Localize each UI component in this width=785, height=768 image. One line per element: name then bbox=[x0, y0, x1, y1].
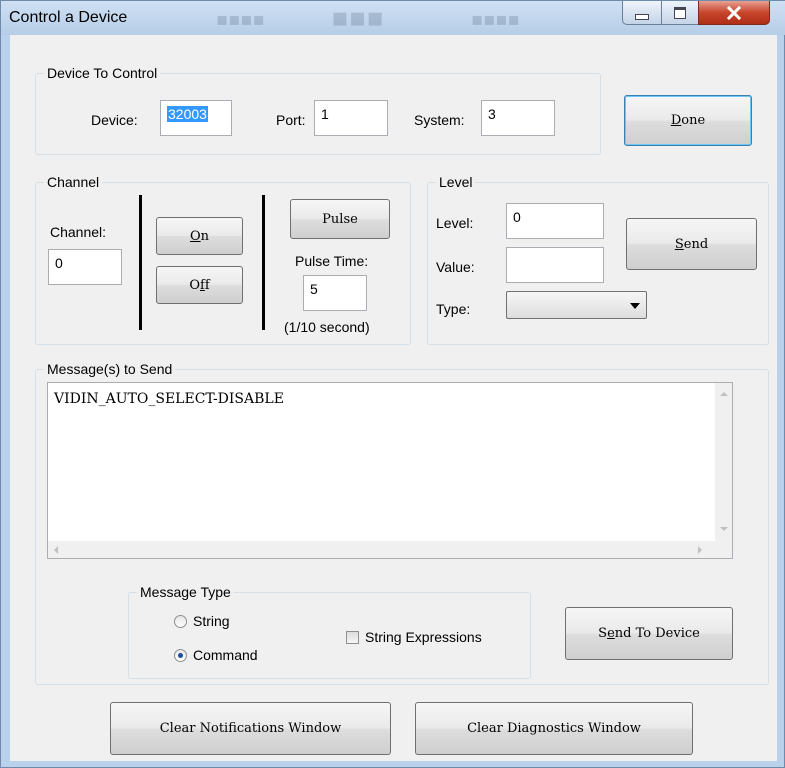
channel-input[interactable]: 0 bbox=[48, 249, 122, 285]
minimize-icon bbox=[635, 13, 649, 20]
title-bar-background-decoration: ▪▪▪ bbox=[331, 3, 384, 33]
done-label-rest: one bbox=[681, 113, 706, 128]
string-radio[interactable] bbox=[174, 615, 187, 628]
send-mnemonic: S bbox=[674, 236, 684, 252]
command-radio-label: Command bbox=[193, 647, 258, 663]
minimize-button[interactable] bbox=[622, 1, 662, 25]
scrollbar-corner bbox=[715, 541, 732, 558]
send-to-device-mnemonic: e bbox=[607, 626, 615, 641]
send-button[interactable]: Send bbox=[626, 218, 757, 270]
vertical-scrollbar[interactable] bbox=[715, 383, 732, 543]
value-label: Value: bbox=[436, 259, 475, 275]
level-group: Level Level: 0 Value: Type: Send bbox=[427, 173, 769, 345]
device-to-control-group: Device To Control Device: 32003 Port: 1 … bbox=[35, 64, 601, 155]
scroll-right-arrow-icon[interactable] bbox=[698, 546, 702, 554]
pulse-time-label: Pulse Time: bbox=[295, 253, 369, 269]
off-button[interactable]: Off bbox=[156, 266, 243, 304]
channel-group: Channel Channel: 0 On Off Pulse Pulse Ti… bbox=[35, 173, 411, 345]
value-input[interactable] bbox=[506, 247, 604, 283]
on-mnemonic: O bbox=[189, 228, 201, 244]
scroll-left-arrow-icon[interactable] bbox=[54, 546, 58, 554]
channel-label: Channel: bbox=[50, 224, 107, 240]
done-mnemonic: D bbox=[670, 113, 682, 128]
port-input[interactable]: 1 bbox=[314, 100, 388, 136]
message-text: VIDIN_AUTO_SELECT-DISABLE bbox=[54, 391, 284, 407]
string-expressions-checkbox[interactable] bbox=[346, 631, 359, 644]
group-legend: Level bbox=[436, 173, 476, 191]
scroll-up-arrow-icon[interactable] bbox=[720, 392, 728, 396]
message-type-group: Message Type String Command String Expre… bbox=[128, 583, 531, 679]
scroll-down-arrow-icon[interactable] bbox=[720, 527, 728, 531]
radio-selected-dot bbox=[178, 653, 183, 658]
pulse-time-input[interactable]: 5 bbox=[303, 275, 367, 311]
on-label-rest: n bbox=[200, 228, 210, 244]
window-controls bbox=[622, 1, 780, 29]
port-label: Port: bbox=[276, 112, 306, 128]
chevron-down-icon bbox=[630, 303, 640, 309]
messages-group: Message(s) to Send VIDIN_AUTO_SELECT-DIS… bbox=[35, 360, 769, 685]
group-legend: Channel bbox=[44, 173, 103, 191]
send-label-rest: end bbox=[683, 236, 709, 252]
title-bar-background-decoration: ▪▪▪▪ bbox=[216, 9, 265, 30]
clear-notifications-button[interactable]: Clear Notifications Window bbox=[110, 702, 391, 755]
system-label: System: bbox=[414, 112, 465, 128]
maximize-button[interactable] bbox=[661, 1, 699, 25]
command-radio[interactable] bbox=[174, 649, 187, 662]
string-radio-label: String bbox=[193, 613, 230, 629]
maximize-icon bbox=[674, 6, 686, 19]
control-device-window: ▪▪▪▪ ▪▪▪ ▪▪▪▪ Control a Device Device To… bbox=[0, 0, 785, 768]
clear-diagnostics-button[interactable]: Clear Diagnostics Window bbox=[415, 702, 693, 755]
system-input[interactable]: 3 bbox=[481, 100, 555, 136]
separator-line bbox=[139, 195, 142, 330]
pulse-time-unit: (1/10 second) bbox=[284, 319, 370, 335]
send-to-device-label-rest: nd To Device bbox=[614, 626, 700, 641]
horizontal-scrollbar[interactable] bbox=[48, 541, 716, 558]
type-label: Type: bbox=[436, 301, 471, 317]
level-label: Level: bbox=[436, 215, 474, 231]
send-to-device-label-pre: S bbox=[598, 626, 608, 641]
type-select[interactable] bbox=[506, 291, 647, 319]
send-to-device-button[interactable]: Se nd To Device bbox=[565, 607, 733, 660]
device-input-value: 32003 bbox=[167, 106, 208, 122]
done-button[interactable]: Done bbox=[624, 95, 752, 146]
string-expressions-label: String Expressions bbox=[365, 629, 482, 645]
group-legend: Message Type bbox=[137, 583, 234, 601]
pulse-button[interactable]: Pulse bbox=[290, 199, 390, 239]
on-button[interactable]: On bbox=[156, 217, 243, 255]
title-bar-background-decoration: ▪▪▪▪ bbox=[471, 9, 520, 30]
close-button[interactable] bbox=[698, 1, 770, 25]
level-input[interactable]: 0 bbox=[506, 203, 604, 239]
off-label-pre: O bbox=[189, 277, 201, 293]
group-legend: Device To Control bbox=[44, 64, 161, 82]
message-textarea[interactable]: VIDIN_AUTO_SELECT-DISABLE bbox=[47, 382, 733, 559]
off-label-rest: f bbox=[204, 277, 210, 293]
title-bar[interactable]: ▪▪▪▪ ▪▪▪ ▪▪▪▪ Control a Device bbox=[1, 1, 785, 35]
close-icon bbox=[727, 5, 741, 20]
group-legend: Message(s) to Send bbox=[44, 360, 176, 378]
device-label: Device: bbox=[91, 112, 138, 128]
separator-line bbox=[262, 195, 265, 330]
dialog-body: Device To Control Device: 32003 Port: 1 … bbox=[10, 35, 777, 761]
device-input[interactable]: 32003 bbox=[160, 100, 232, 136]
window-title: Control a Device bbox=[9, 9, 128, 26]
